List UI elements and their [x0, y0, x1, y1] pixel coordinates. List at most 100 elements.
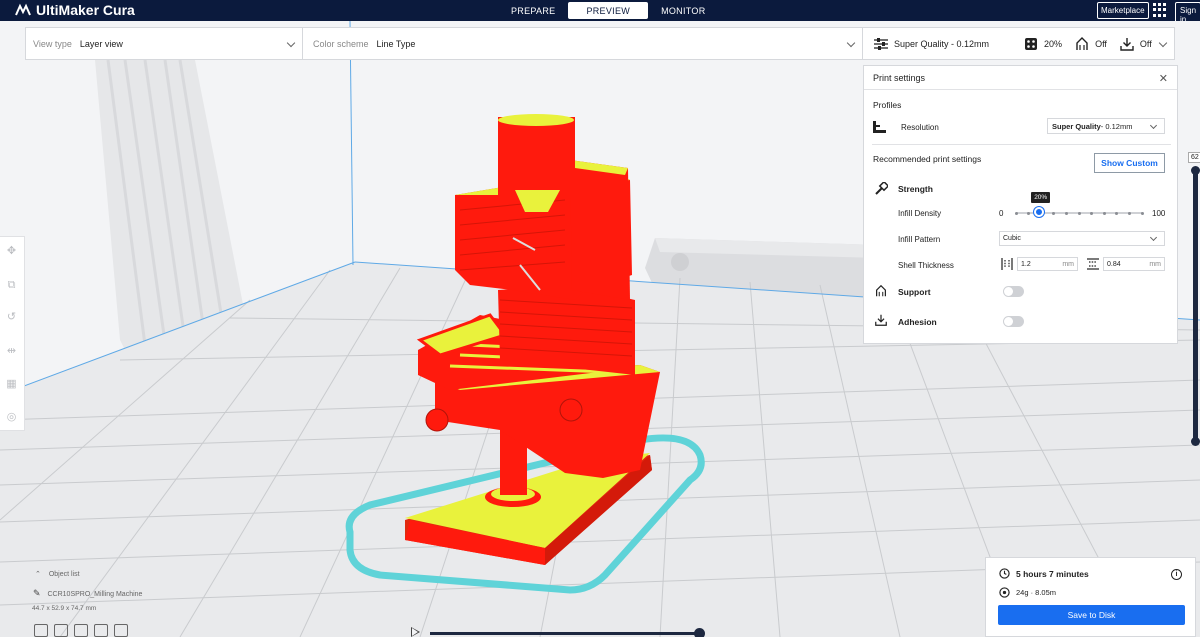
move-icon[interactable]: ✥: [3, 243, 20, 260]
object-list-toggle[interactable]: ⌃ Object list: [35, 570, 80, 578]
close-icon[interactable]: ✕: [1159, 72, 1168, 85]
wall-thickness-icon: [1001, 258, 1013, 270]
infill-slider-tick: [1064, 211, 1068, 215]
tab-prepare[interactable]: PREPARE: [500, 2, 566, 19]
adhesion-summary: Off: [1119, 36, 1152, 52]
infill-min-label: 0: [999, 209, 1004, 218]
app-title: UltiMaker Cura: [36, 2, 135, 18]
print-time-row: 5 hours 7 minutes: [999, 568, 1089, 579]
infill-slider-tick: [1014, 211, 1018, 215]
object-list-header: Object list: [48, 571, 80, 578]
pencil-icon: ✎: [33, 588, 41, 598]
spool-icon: [999, 587, 1010, 598]
infill-max-label: 100: [1152, 209, 1166, 218]
top-bottom-thickness-icon: [1087, 258, 1099, 270]
view-3d-icon[interactable]: [34, 624, 48, 637]
infill-slider-tick: [1052, 211, 1056, 215]
shell-thickness-label: Shell Thickness: [898, 261, 954, 270]
resolution-icon: [873, 121, 886, 133]
infill-slider-tick: [1090, 211, 1094, 215]
resolution-value-bold: Super Quality: [1052, 121, 1101, 131]
view-top-icon[interactable]: [74, 624, 88, 637]
infill-slider-tick: [1115, 211, 1119, 215]
per-model-icon[interactable]: ▦: [3, 376, 20, 393]
marketplace-button[interactable]: Marketplace: [1097, 2, 1149, 19]
app-logo: UltiMaker Cura: [14, 2, 135, 18]
simulation-slider-handle[interactable]: [694, 628, 705, 637]
divider: [872, 144, 1171, 145]
panel-header: Print settings: [864, 66, 1177, 90]
chevron-down-icon: [846, 38, 856, 48]
unit-label: mm: [1149, 260, 1161, 268]
adhesion-toggle[interactable]: [1003, 316, 1024, 327]
support-heading: Support: [898, 287, 931, 297]
object-name: CCR10SPRO_Milling Machine: [47, 591, 143, 598]
infill-slider-tick: [1027, 211, 1031, 215]
strength-icon: [875, 182, 888, 195]
adhesion-summary-text: Off: [1139, 38, 1152, 49]
left-toolbar: ✥ ⧉ ↺ ⇹ ▦ ◎: [0, 236, 25, 431]
support-summary: Off: [1074, 36, 1107, 52]
chevron-down-icon: [1158, 38, 1168, 48]
view-type-value: Layer view: [79, 38, 123, 49]
support-toggle[interactable]: [1003, 286, 1024, 297]
wall-thickness-input[interactable]: 1.2 mm: [1017, 257, 1078, 271]
resolution-dropdown[interactable]: Super Quality - 0.12mm: [1047, 118, 1165, 134]
print-settings-panel: Print settings ✕ Profiles Resolution Sup…: [863, 65, 1178, 344]
layer-slider-track[interactable]: [1193, 170, 1198, 445]
clock-icon: [999, 568, 1010, 579]
recommended-heading: Recommended print settings: [873, 154, 982, 164]
profile-summary-text: Super Quality - 0.12mm: [894, 38, 990, 49]
infill-slider-handle[interactable]: [1034, 207, 1045, 217]
cura-logo-icon: [15, 3, 31, 16]
object-row[interactable]: ✎ CCR10SPRO_Milling Machine: [33, 588, 142, 599]
support-summary-text: Off: [1095, 38, 1107, 49]
stage-tabs: PREPARE PREVIEW MONITOR: [500, 2, 717, 19]
print-setup-selector[interactable]: Super Quality - 0.12mm 20% Off Off: [863, 28, 1174, 59]
scale-icon[interactable]: ⧉: [3, 277, 20, 294]
tab-preview[interactable]: PREVIEW: [568, 2, 649, 19]
view-left-icon[interactable]: [94, 624, 108, 637]
resolution-label: Resolution: [901, 123, 939, 132]
simulation-slider-track[interactable]: [430, 632, 702, 635]
rotate-icon[interactable]: ↺: [3, 309, 20, 326]
tab-monitor[interactable]: MONITOR: [650, 2, 716, 19]
infill-pattern-dropdown[interactable]: Cubic: [999, 231, 1165, 246]
infill-slider-tick: [1077, 211, 1081, 215]
view-type-dropdown[interactable]: View type Layer view: [26, 28, 303, 59]
color-scheme-dropdown[interactable]: Color scheme Line Type: [303, 28, 863, 59]
infill-density-label: Infill Density: [898, 209, 942, 218]
chevron-down-icon: [1149, 233, 1158, 242]
infill-slider-tick: [1102, 211, 1106, 215]
apps-grid-icon[interactable]: [1153, 3, 1167, 17]
strength-heading: Strength: [898, 184, 933, 194]
support-blocker-icon[interactable]: ◎: [3, 409, 20, 426]
color-scheme-label: Color scheme: [313, 38, 369, 49]
material-row: 24g · 8.05m: [999, 587, 1056, 598]
view-front-icon[interactable]: [54, 624, 68, 637]
layer-number[interactable]: 62: [1188, 152, 1200, 163]
adhesion-icon: [875, 314, 887, 326]
adhesion-icon: [1120, 37, 1134, 51]
output-panel: 5 hours 7 minutes i 24g · 8.05m Save to …: [985, 557, 1196, 637]
view-right-icon[interactable]: [114, 624, 128, 637]
infill-slider-tick: [1140, 211, 1144, 215]
mirror-icon[interactable]: ⇹: [3, 343, 20, 360]
infill-summary-text: 20%: [1044, 38, 1063, 49]
play-icon[interactable]: [411, 627, 420, 637]
profiles-heading: Profiles: [873, 100, 902, 110]
save-to-disk-button[interactable]: Save to Disk: [998, 605, 1185, 625]
resolution-value: - 0.12mm: [1100, 121, 1133, 131]
chevron-up-icon: ⌃: [35, 571, 41, 578]
layer-slider-lower-handle[interactable]: [1191, 437, 1200, 446]
show-custom-button[interactable]: Show Custom: [1094, 153, 1165, 173]
info-icon[interactable]: i: [1171, 569, 1182, 580]
layer-slider-upper-handle[interactable]: [1191, 166, 1200, 175]
top-bar: UltiMaker Cura PREPARE PREVIEW MONITOR M…: [0, 0, 1200, 28]
top-bottom-thickness-input[interactable]: 0.84 mm: [1103, 257, 1165, 271]
unit-label: mm: [1062, 260, 1074, 268]
infill-tooltip: 20%: [1031, 192, 1051, 203]
infill-icon: [1025, 37, 1038, 50]
infill-slider-tick: [1127, 211, 1131, 215]
wall-thickness-value: 1.2: [1021, 260, 1031, 268]
